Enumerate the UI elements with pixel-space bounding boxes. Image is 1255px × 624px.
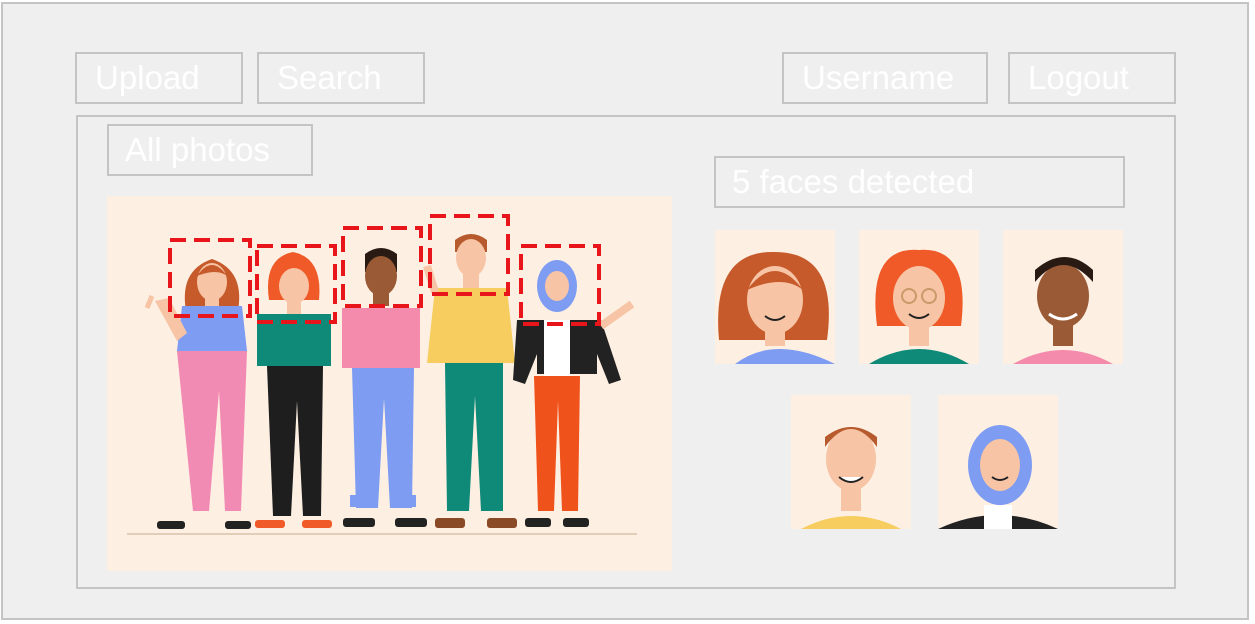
face-thumbnail-icon [938, 425, 1058, 529]
group-photo-illustration [127, 214, 637, 535]
search-button[interactable]: Search [257, 52, 425, 104]
faces-detected-status: 5 faces detected [714, 156, 1125, 208]
logout-button[interactable]: Logout [1008, 52, 1176, 104]
person-4 [423, 234, 517, 528]
face-thumbnail-icon [718, 251, 835, 364]
face-thumbnail-1[interactable] [715, 230, 835, 364]
face-thumbnail-4[interactable] [791, 395, 911, 529]
face-thumbnail-3[interactable] [1003, 230, 1123, 364]
face-thumbnail-icon [1013, 257, 1113, 364]
person-1 [144, 259, 251, 529]
upload-button[interactable]: Upload [75, 52, 243, 104]
face-thumbnail-icon [801, 427, 901, 529]
all-photos-button[interactable]: All photos [107, 124, 313, 176]
person-3 [342, 248, 427, 527]
face-thumbnail-5[interactable] [938, 395, 1058, 529]
person-5 [513, 260, 635, 527]
person-2 [255, 252, 332, 528]
group-photo[interactable] [107, 196, 672, 571]
username-button[interactable]: Username [782, 52, 988, 104]
face-thumbnail-2[interactable] [859, 230, 979, 364]
face-thumbnail-icon [869, 249, 969, 364]
